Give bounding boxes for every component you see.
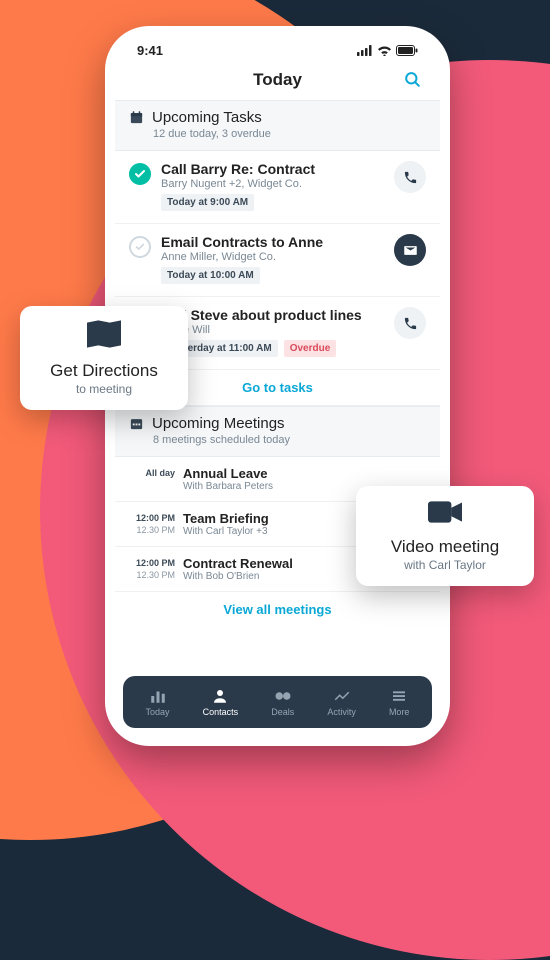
map-icon: [87, 320, 121, 353]
meeting-time-start: 12:00 PM: [129, 558, 175, 570]
task-time-chip: Today at 9:00 AM: [161, 194, 254, 211]
view-all-meetings-link[interactable]: View all meetings: [115, 592, 440, 627]
card-title: Get Directions: [50, 361, 158, 381]
meeting-subtitle: With Bob O'Brien: [183, 571, 347, 582]
tab-deals[interactable]: Deals: [271, 687, 294, 717]
tab-bar: Today Contacts Deals Activity More: [123, 676, 432, 728]
meetings-section-title: Upcoming Meetings: [152, 415, 285, 432]
meetings-section-header: Upcoming Meetings 8 meetings scheduled t…: [115, 406, 440, 457]
task-subtitle: Barry Nugent +2, Widget Co.: [161, 178, 384, 190]
meeting-time-end: 12.30 PM: [129, 525, 175, 537]
status-time: 9:41: [137, 43, 163, 58]
meeting-time-end: 12.30 PM: [129, 570, 175, 582]
card-subtitle: with Carl Taylor: [404, 558, 486, 572]
task-row[interactable]: Email Contracts to Anne Anne Miller, Wid…: [115, 224, 440, 297]
video-meeting-card[interactable]: Video meeting with Carl Taylor: [356, 486, 534, 586]
overdue-chip: Overdue: [284, 340, 337, 357]
tab-today[interactable]: Today: [146, 687, 170, 717]
get-directions-card[interactable]: Get Directions to meeting: [20, 306, 188, 410]
search-icon: [403, 70, 422, 89]
meetings-section-subtitle: 8 meetings scheduled today: [153, 434, 426, 446]
wifi-icon: [377, 45, 392, 56]
task-subtitle: Steve Will: [161, 324, 384, 336]
tasks-section-header: Upcoming Tasks 12 due today, 3 overdue: [115, 100, 440, 151]
call-button[interactable]: [394, 161, 426, 193]
deals-icon: [274, 687, 292, 705]
page-title: Today: [253, 70, 302, 90]
hamburger-icon: [390, 687, 408, 705]
calendar-grid-icon: [129, 416, 144, 431]
meeting-time: All day: [129, 468, 175, 480]
phone-icon: [403, 170, 418, 185]
task-subtitle: Anne Miller, Widget Co.: [161, 251, 384, 263]
status-indicators: [357, 45, 418, 56]
search-button[interactable]: [403, 70, 422, 94]
call-button[interactable]: [394, 307, 426, 339]
task-title: Call Barry Re: Contract: [161, 161, 384, 177]
tasks-section-subtitle: 12 due today, 3 overdue: [153, 128, 426, 140]
task-row[interactable]: Call Barry Re: Contract Barry Nugent +2,…: [115, 151, 440, 224]
activity-icon: [333, 687, 351, 705]
checkmark-pending-icon[interactable]: [129, 236, 151, 258]
meeting-time-start: 12:00 PM: [129, 513, 175, 525]
task-time-chip: Today at 10:00 AM: [161, 267, 260, 284]
phone-icon: [403, 316, 418, 331]
email-button[interactable]: [394, 234, 426, 266]
tasks-section-title: Upcoming Tasks: [152, 109, 262, 126]
tab-more[interactable]: More: [389, 687, 410, 717]
task-title: Call Steve about product lines: [161, 307, 384, 323]
video-camera-icon: [428, 500, 462, 529]
task-title: Email Contracts to Anne: [161, 234, 384, 250]
card-title: Video meeting: [391, 537, 499, 557]
card-subtitle: to meeting: [76, 382, 132, 396]
signal-icon: [357, 45, 373, 56]
status-bar: 9:41: [115, 36, 440, 64]
meeting-title: Annual Leave: [183, 466, 426, 481]
person-icon: [211, 687, 229, 705]
bar-chart-icon: [149, 687, 167, 705]
tab-contacts[interactable]: Contacts: [203, 687, 239, 717]
battery-icon: [396, 45, 418, 56]
app-header: Today: [115, 64, 440, 100]
meeting-title: Contract Renewal: [183, 556, 347, 571]
envelope-icon: [403, 243, 418, 258]
calendar-icon: [129, 110, 144, 125]
tab-activity[interactable]: Activity: [327, 687, 356, 717]
checkmark-done-icon[interactable]: [129, 163, 151, 185]
